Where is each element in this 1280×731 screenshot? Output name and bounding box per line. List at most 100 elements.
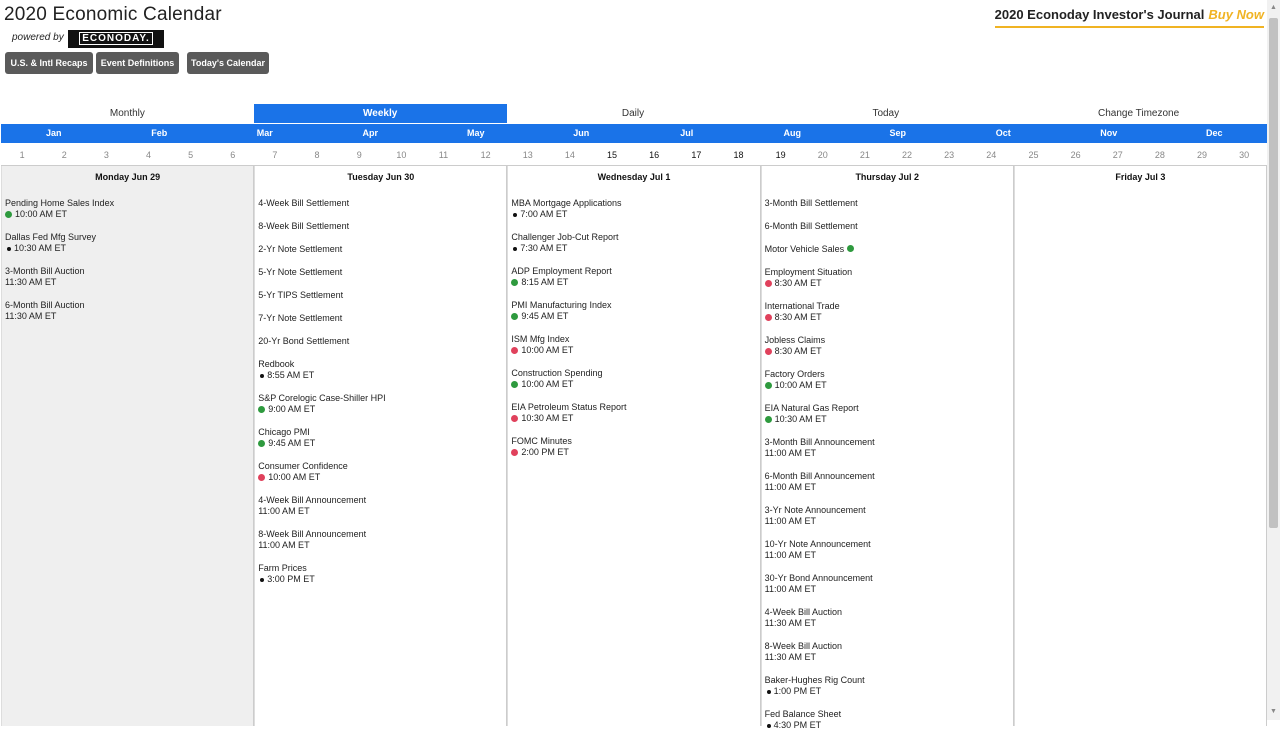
month-aug[interactable]: Aug: [772, 124, 812, 143]
event-name[interactable]: Motor Vehicle Sales: [765, 244, 845, 254]
month-feb[interactable]: Feb: [139, 124, 179, 143]
day-header[interactable]: Monday Jun 29: [2, 166, 253, 198]
event-item[interactable]: Fed Balance Sheet 4:30 PM ET: [765, 709, 1013, 731]
week-13[interactable]: 13: [507, 148, 549, 162]
event-name[interactable]: Fed Balance Sheet: [765, 709, 842, 719]
event-item[interactable]: 6-Month Bill Auction 11:30 AM ET: [5, 300, 253, 322]
event-item[interactable]: 2-Yr Note Settlement: [258, 244, 506, 255]
event-item[interactable]: 8-Week Bill Settlement: [258, 221, 506, 232]
event-name[interactable]: 10-Yr Note Announcement: [765, 539, 871, 549]
week-14[interactable]: 14: [549, 148, 591, 162]
event-item[interactable]: 8-Week Bill Announcement 11:00 AM ET: [258, 529, 506, 551]
event-item[interactable]: EIA Natural Gas Report 10:30 AM ET: [764, 403, 1013, 425]
event-name[interactable]: 5-Yr Note Settlement: [258, 267, 342, 277]
tab-monthly[interactable]: Monthly: [1, 104, 254, 123]
event-name[interactable]: Chicago PMI: [258, 427, 310, 437]
week-5[interactable]: 5: [170, 148, 212, 162]
event-item[interactable]: Factory Orders 10:00 AM ET: [764, 369, 1013, 391]
scroll-thumb[interactable]: [1269, 18, 1278, 528]
event-name[interactable]: EIA Natural Gas Report: [765, 403, 859, 413]
week-27[interactable]: 27: [1097, 148, 1139, 162]
event-item[interactable]: 4-Week Bill Auction 11:30 AM ET: [765, 607, 1013, 629]
event-name[interactable]: ISM Mfg Index: [511, 334, 569, 344]
event-item[interactable]: Challenger Job-Cut Report 7:30 AM ET: [511, 232, 759, 254]
day-header[interactable]: Tuesday Jun 30: [255, 166, 506, 198]
event-name[interactable]: 4-Week Bill Announcement: [258, 495, 366, 505]
event-name[interactable]: EIA Petroleum Status Report: [511, 402, 626, 412]
event-item[interactable]: 4-Week Bill Settlement: [258, 198, 506, 209]
week-6[interactable]: 6: [212, 148, 254, 162]
week-19[interactable]: 19: [760, 148, 802, 162]
month-dec[interactable]: Dec: [1194, 124, 1234, 143]
event-name[interactable]: 20-Yr Bond Settlement: [258, 336, 349, 346]
week-28[interactable]: 28: [1139, 148, 1181, 162]
week-26[interactable]: 26: [1055, 148, 1097, 162]
event-item[interactable]: Farm Prices 3:00 PM ET: [258, 563, 506, 585]
event-name[interactable]: 5-Yr TIPS Settlement: [258, 290, 343, 300]
event-name[interactable]: MBA Mortgage Applications: [511, 198, 621, 208]
event-name[interactable]: PMI Manufacturing Index: [511, 300, 611, 310]
event-name[interactable]: 6-Month Bill Announcement: [765, 471, 875, 481]
scroll-down-icon[interactable]: ▼: [1269, 706, 1278, 718]
event-name[interactable]: Pending Home Sales Index: [5, 198, 114, 208]
event-name[interactable]: 8-Week Bill Announcement: [258, 529, 366, 539]
month-sep[interactable]: Sep: [878, 124, 918, 143]
week-25[interactable]: 25: [1012, 148, 1054, 162]
event-name[interactable]: 2-Yr Note Settlement: [258, 244, 342, 254]
event-item[interactable]: 3-Month Bill Announcement 11:00 AM ET: [765, 437, 1013, 459]
week-20[interactable]: 20: [802, 148, 844, 162]
buy-now-link[interactable]: Buy Now: [1208, 7, 1264, 22]
event-item[interactable]: 5-Yr Note Settlement: [258, 267, 506, 278]
tab-daily[interactable]: Daily: [507, 104, 760, 123]
event-name[interactable]: Challenger Job-Cut Report: [511, 232, 618, 242]
month-jul[interactable]: Jul: [667, 124, 707, 143]
scroll-up-icon[interactable]: ▲: [1269, 2, 1278, 14]
event-item[interactable]: 4-Week Bill Announcement 11:00 AM ET: [258, 495, 506, 517]
event-name[interactable]: Baker-Hughes Rig Count: [765, 675, 865, 685]
week-7[interactable]: 7: [254, 148, 296, 162]
event-item[interactable]: FOMC Minutes 2:00 PM ET: [511, 436, 759, 458]
event-item[interactable]: Pending Home Sales Index 10:00 AM ET: [5, 198, 253, 220]
event-item[interactable]: 6-Month Bill Announcement 11:00 AM ET: [765, 471, 1013, 493]
week-22[interactable]: 22: [886, 148, 928, 162]
event-name[interactable]: Employment Situation: [765, 267, 853, 277]
event-item[interactable]: Employment Situation 8:30 AM ET: [764, 267, 1013, 289]
event-name[interactable]: 6-Month Bill Settlement: [765, 221, 858, 231]
event-name[interactable]: 6-Month Bill Auction: [5, 300, 85, 310]
recaps-button[interactable]: U.S. & Intl Recaps: [5, 52, 93, 74]
event-name[interactable]: 3-Month Bill Announcement: [765, 437, 875, 447]
event-item[interactable]: 10-Yr Note Announcement 11:00 AM ET: [765, 539, 1013, 561]
event-definitions-button[interactable]: Event Definitions: [96, 52, 179, 74]
event-name[interactable]: 3-Month Bill Settlement: [765, 198, 858, 208]
tab-today[interactable]: Today: [759, 104, 1012, 123]
event-item[interactable]: 6-Month Bill Settlement: [765, 221, 1013, 232]
tab-weekly[interactable]: Weekly: [253, 104, 507, 123]
event-name[interactable]: Farm Prices: [258, 563, 307, 573]
event-name[interactable]: 4-Week Bill Auction: [765, 607, 842, 617]
event-item[interactable]: S&P Corelogic Case-Shiller HPI 9:00 AM ET: [258, 393, 506, 415]
event-item[interactable]: ADP Employment Report 8:15 AM ET: [511, 266, 759, 288]
event-name[interactable]: 8-Week Bill Auction: [765, 641, 842, 651]
day-header[interactable]: Friday Jul 3: [1015, 166, 1266, 198]
week-29[interactable]: 29: [1181, 148, 1223, 162]
week-1[interactable]: 1: [1, 148, 43, 162]
event-item[interactable]: 7-Yr Note Settlement: [258, 313, 506, 324]
week-15[interactable]: 15: [591, 148, 633, 162]
event-name[interactable]: Jobless Claims: [765, 335, 826, 345]
event-item[interactable]: Motor Vehicle Sales: [765, 244, 1013, 255]
event-name[interactable]: 7-Yr Note Settlement: [258, 313, 342, 323]
month-nov[interactable]: Nov: [1089, 124, 1129, 143]
event-item[interactable]: Construction Spending 10:00 AM ET: [511, 368, 759, 390]
week-8[interactable]: 8: [296, 148, 338, 162]
event-item[interactable]: PMI Manufacturing Index 9:45 AM ET: [511, 300, 759, 322]
event-item[interactable]: 20-Yr Bond Settlement: [258, 336, 506, 347]
scrollbar[interactable]: ▲ ▼: [1267, 0, 1280, 720]
event-name[interactable]: 8-Week Bill Settlement: [258, 221, 349, 231]
event-item[interactable]: MBA Mortgage Applications 7:00 AM ET: [511, 198, 759, 220]
event-item[interactable]: EIA Petroleum Status Report 10:30 AM ET: [511, 402, 759, 424]
month-may[interactable]: May: [456, 124, 496, 143]
week-12[interactable]: 12: [465, 148, 507, 162]
event-name[interactable]: 3-Month Bill Auction: [5, 266, 85, 276]
event-item[interactable]: 8-Week Bill Auction 11:30 AM ET: [765, 641, 1013, 663]
econoday-logo[interactable]: ECONODAY.: [68, 30, 164, 48]
